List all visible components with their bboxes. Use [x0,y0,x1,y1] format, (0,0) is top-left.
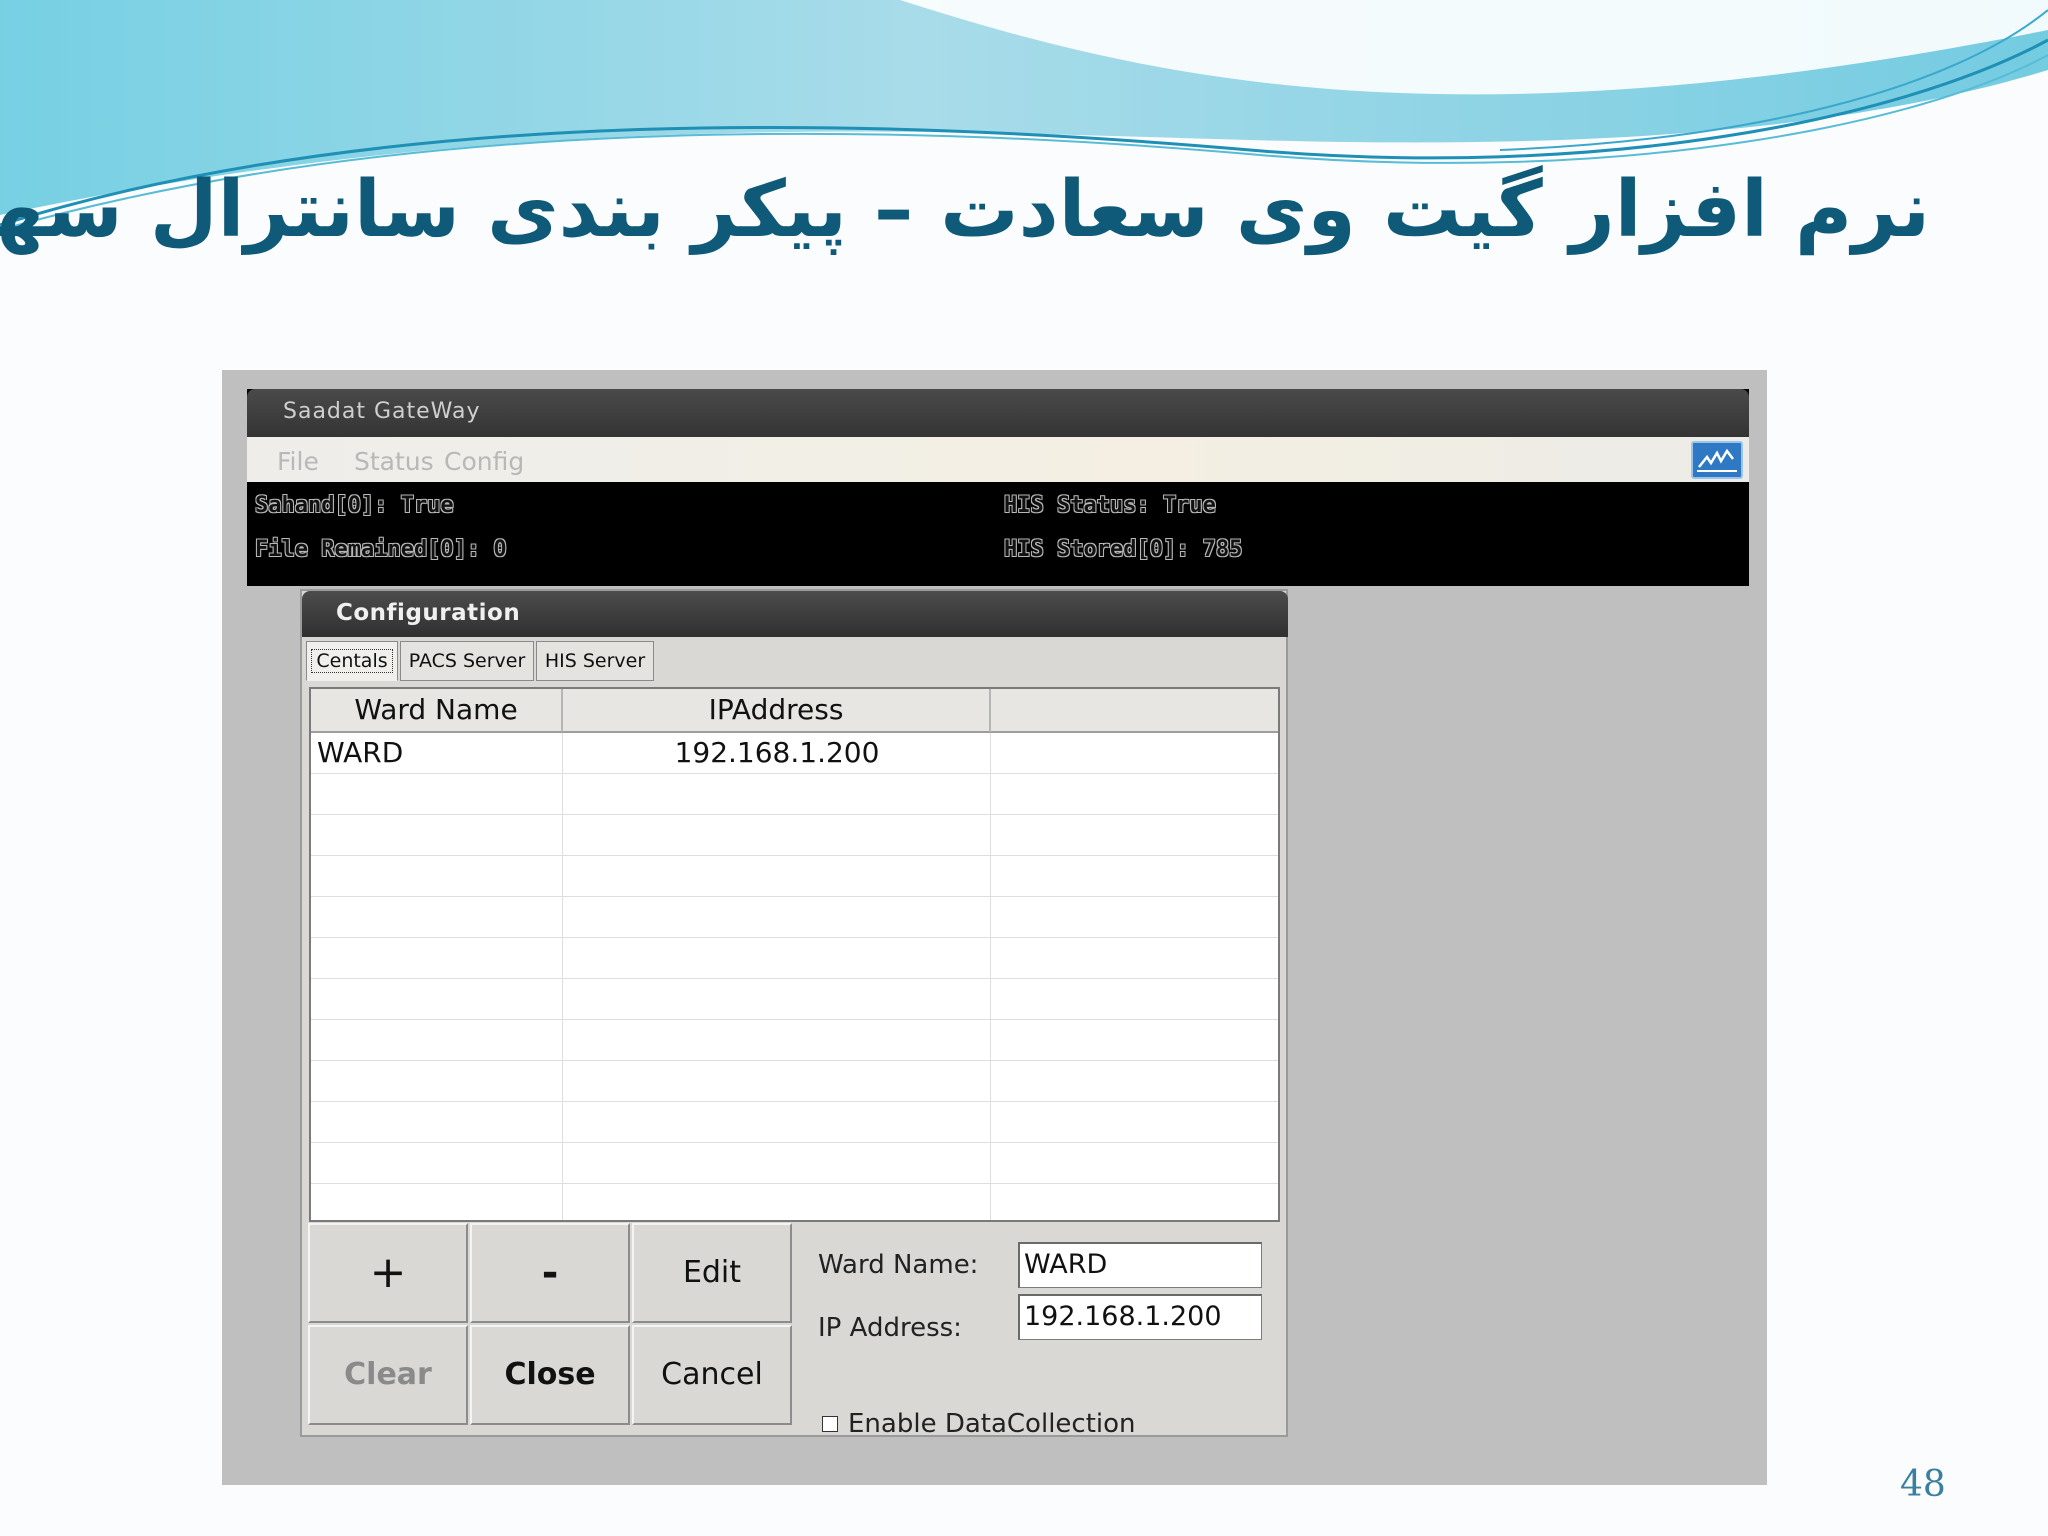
ward-name-input[interactable]: WARD [1018,1242,1262,1288]
menu-bar: File Status Config [247,437,1749,482]
table-row-empty [311,897,1278,938]
column-header-ipaddress[interactable]: IPAddress [563,689,991,733]
table-row-empty [311,1020,1278,1061]
slide-title: نرم افزار گیت وی سعادت – پیکر بندی سانتر… [0,165,1930,255]
cell-ip-address: 192.168.1.200 [674,736,880,769]
cell-ward-name: WARD [317,736,404,769]
table-row-empty [311,856,1278,897]
enable-datacollection-checkbox[interactable] [822,1416,838,1432]
sahand-status: Sahand[0]: True [255,493,454,518]
menu-file[interactable]: File [277,447,319,476]
edit-button[interactable]: Edit [632,1223,792,1323]
column-header-ward-name[interactable]: Ward Name [311,689,563,733]
page-number: 48 [1900,1464,1946,1505]
app-title: Saadat GateWay [283,399,481,424]
clear-button[interactable]: Clear [308,1325,468,1425]
menu-config[interactable]: Config [444,447,524,476]
file-remained-status: File Remained[0]: 0 [255,537,507,562]
his-stored-status: HIS Stored[0]: 785 [1004,537,1243,562]
tab-centals[interactable]: Centals [306,641,398,681]
menu-status[interactable]: Status [354,447,434,476]
table-row-empty [311,774,1278,815]
cancel-button[interactable]: Cancel [632,1325,792,1425]
table-row-empty [311,1184,1278,1220]
config-titlebar[interactable]: Configuration [302,591,1288,637]
tab-pacs-server[interactable]: PACS Server [400,641,534,681]
close-button[interactable]: Close [470,1325,630,1425]
config-title: Configuration [336,600,521,626]
remove-button[interactable]: - [470,1223,630,1323]
ip-address-label: IP Address: [818,1313,962,1343]
tab-centals-label: Centals [311,649,393,673]
screenshot-area: Saadat GateWay File Status Config Sahand… [222,370,1767,1485]
add-button[interactable]: + [308,1223,468,1323]
configuration-dialog: Configuration Centals PACS Server HIS Se… [300,589,1288,1439]
tab-his-server[interactable]: HIS Server [536,641,654,681]
table-row-empty [311,938,1278,979]
app-window: Saadat GateWay File Status Config Sahand… [247,389,1749,586]
ip-address-input[interactable]: 192.168.1.200 [1018,1294,1262,1340]
app-logo-icon [1691,441,1743,479]
table-row-empty [311,815,1278,856]
table-row[interactable]: WARD 192.168.1.200 [311,733,1278,774]
column-header-empty[interactable] [991,689,1278,733]
table-row-empty [311,1143,1278,1184]
table-row-empty [311,1061,1278,1102]
table-row-empty [311,979,1278,1020]
ward-name-label: Ward Name: [818,1250,979,1280]
centrals-table: Ward Name IPAddress WARD 192.168.1.200 [309,687,1280,1222]
table-row-empty [311,1102,1278,1143]
enable-datacollection-label[interactable]: Enable DataCollection [848,1409,1136,1439]
his-status: HIS Status: True [1004,493,1216,518]
app-titlebar[interactable]: Saadat GateWay [247,389,1749,437]
